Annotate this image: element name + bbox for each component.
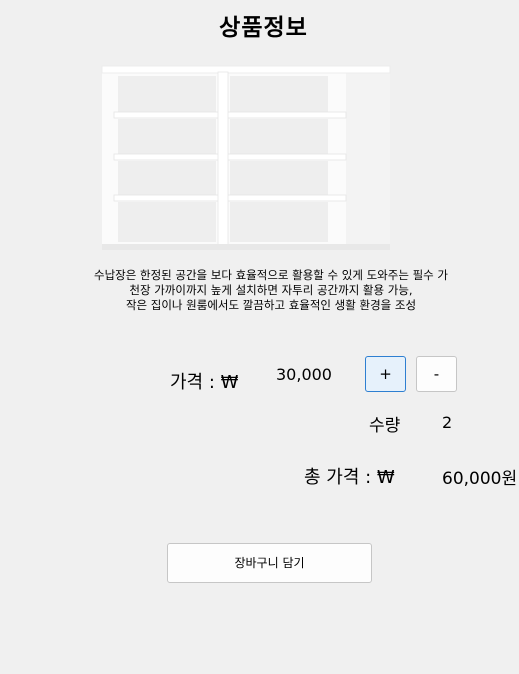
quantity-value: 2 (442, 413, 453, 432)
description-line: 작은 집이나 원룸에서도 깔끔하고 효율적인 생활 환경을 조성 (125, 298, 417, 312)
total-price-value: 60,000원 (442, 469, 518, 489)
price-value: 30,000 (276, 365, 332, 384)
product-image (101, 65, 391, 250)
add-to-cart-button[interactable]: 장바구니 담기 (167, 543, 372, 583)
decrease-quantity-button[interactable]: - (416, 356, 457, 392)
quantity-label: 수량 (369, 416, 401, 436)
page-title: 상품정보 (219, 15, 308, 41)
description-line: 천장 가까이까지 높게 설치하면 자투리 공간까지 활용 가능, (129, 283, 413, 297)
increase-quantity-button[interactable]: + (365, 356, 406, 392)
total-price-label: 총 가격 : ₩ (304, 467, 395, 488)
price-label: 가격 : ₩ (170, 372, 239, 393)
product-description: 수납장은 한정된 공간을 보다 효율적으로 활용할 수 있게 도와주는 필수 가… (20, 268, 519, 313)
description-line: 수납장은 한정된 공간을 보다 효율적으로 활용할 수 있게 도와주는 필수 가 (94, 268, 448, 282)
